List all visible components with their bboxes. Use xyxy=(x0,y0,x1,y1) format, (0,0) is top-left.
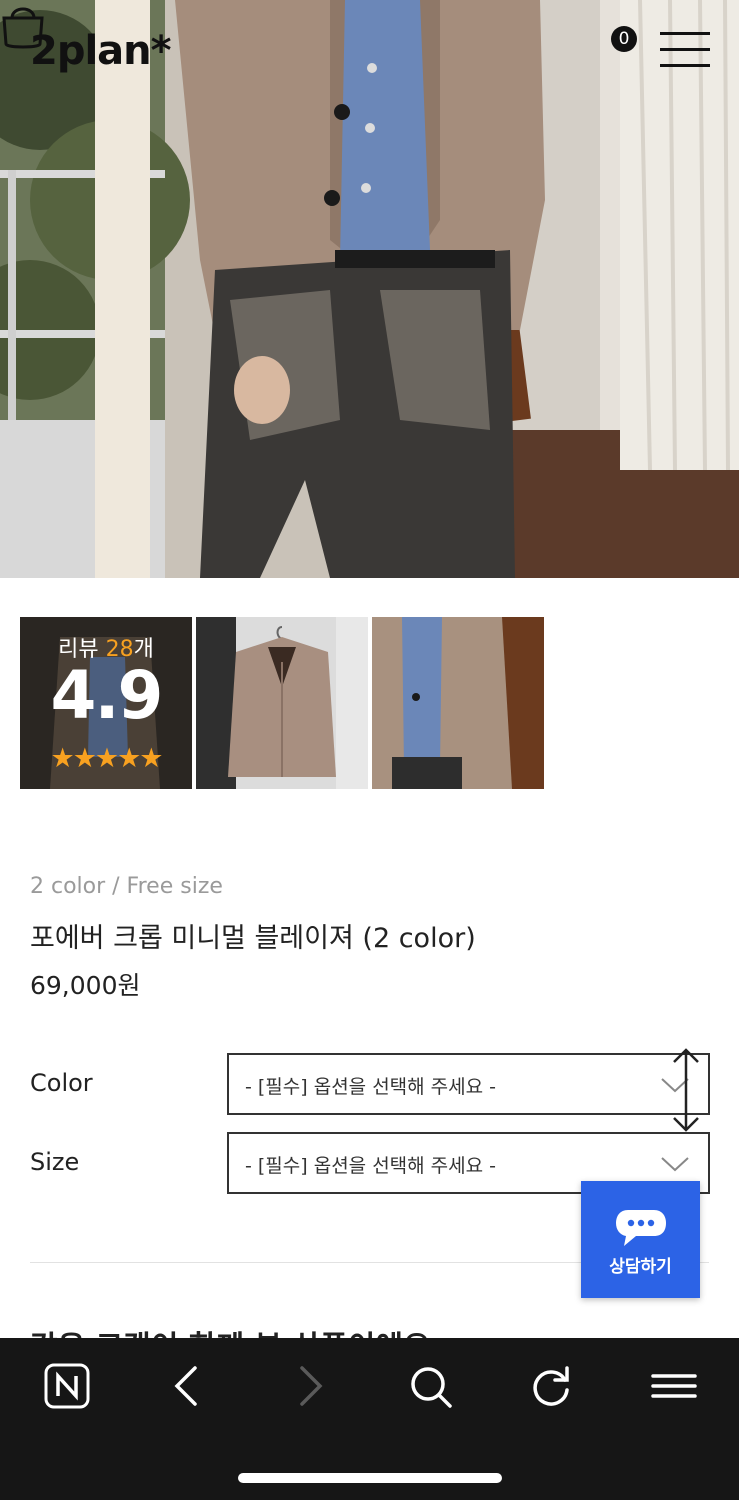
review-stars: ★★★★★ xyxy=(50,743,163,774)
chat-label: 상담하기 xyxy=(609,1257,672,1277)
hero-product-photo: 2plan* 0 xyxy=(0,0,739,578)
menu-icon[interactable] xyxy=(650,1362,698,1410)
review-score: 4.9 xyxy=(50,657,164,734)
cart-count-badge[interactable]: 0 xyxy=(611,26,637,52)
hamburger-menu-icon[interactable] xyxy=(660,32,710,70)
thumbnail-model-outfit[interactable] xyxy=(372,617,544,789)
thumbnail-review-summary[interactable]: 리뷰 28개 4.9 ★★★★★ xyxy=(20,617,192,789)
resize-cursor-icon xyxy=(673,1048,699,1132)
option-label-color: Color xyxy=(30,1069,93,1097)
thumbnail-jacket-hanger[interactable] xyxy=(196,617,368,789)
size-select-value: - [필수] 옵션을 선택해 주세요 - xyxy=(245,1155,497,1177)
product-subtitle: 2 color / Free size xyxy=(30,874,223,899)
cart-icon[interactable] xyxy=(0,0,46,52)
jacket-hanger-photo xyxy=(196,617,368,789)
forward-icon[interactable] xyxy=(286,1362,334,1410)
refresh-icon[interactable] xyxy=(527,1362,575,1410)
chat-consult-button[interactable]: 상담하기 xyxy=(581,1181,700,1298)
hamburger-line xyxy=(660,64,710,67)
search-icon[interactable] xyxy=(406,1362,454,1410)
product-price: 69,000원 xyxy=(30,971,141,1000)
chat-bubble-icon xyxy=(616,1210,666,1246)
hamburger-line xyxy=(660,32,710,35)
hamburger-line xyxy=(660,48,710,51)
hero-photo-illustration xyxy=(0,0,739,578)
home-indicator[interactable] xyxy=(238,1473,502,1483)
model-outfit-photo xyxy=(372,617,544,789)
color-select[interactable]: - [필수] 옵션을 선택해 주세요 - xyxy=(227,1053,710,1115)
product-name: 포에버 크롭 미니멀 블레이져 (2 color) xyxy=(30,923,476,954)
back-icon[interactable] xyxy=(163,1362,211,1410)
color-select-value: - [필수] 옵션을 선택해 주세요 - xyxy=(245,1076,497,1098)
naver-home-icon[interactable] xyxy=(43,1362,91,1410)
chevron-down-icon xyxy=(661,1157,689,1172)
option-label-size: Size xyxy=(30,1148,80,1176)
brand-logo[interactable]: 2plan* xyxy=(30,28,172,74)
